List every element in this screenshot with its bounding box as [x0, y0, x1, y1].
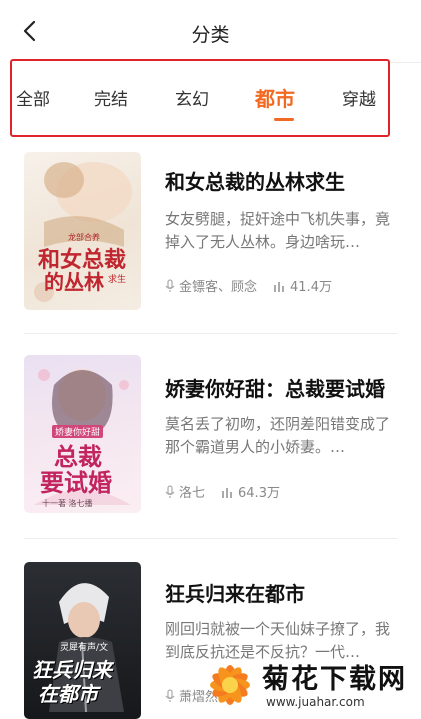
cover-credit: 十一著 洛七播	[42, 499, 93, 508]
book-play-count: 64.3万	[238, 486, 280, 501]
tab-fantasy[interactable]: 玄幻	[175, 85, 209, 110]
header-bar: 分类	[0, 0, 421, 62]
book-cover: 娇妻你好甜 总裁 要试婚 十一著 洛七播	[24, 355, 141, 513]
book-title: 和女总裁的丛林求生	[165, 170, 345, 194]
book-item[interactable]: 娇妻你好甜 总裁 要试婚 十一著 洛七播 娇妻你好甜：总裁要试婚 莫名丢了初吻，…	[0, 355, 421, 545]
tab-urban[interactable]: 都市	[255, 83, 295, 112]
book-cover: 灵犀有声/文 狂兵归来 在都市	[24, 562, 141, 719]
book-meta: 洛七 64.3万	[165, 482, 280, 501]
microphone-icon	[165, 688, 175, 703]
book-title: 狂兵归来在都市	[165, 582, 305, 606]
microphone-icon	[165, 484, 175, 499]
cover-title-line2: 的丛林	[44, 270, 104, 294]
list-divider	[24, 333, 397, 334]
play-count-icon	[273, 280, 286, 292]
book-play-count: 41.4万	[290, 280, 332, 295]
play-count-icon	[221, 486, 234, 498]
book-author: 金镖客、顾念	[179, 280, 258, 295]
cover-title-line2: 在都市	[38, 682, 98, 706]
book-description: 莫名丢了初吻，还阴差阳错变成了那个霸道男人的小娇妻。…	[165, 415, 391, 456]
cover-tag: 灵犀有声/文	[60, 643, 109, 653]
microphone-icon	[165, 278, 175, 293]
tabs-divider	[390, 62, 421, 63]
watermark-text: 菊花下载网	[262, 664, 407, 695]
book-author: 洛七	[179, 486, 206, 501]
book-cover: 龙部合养 和女总裁 的丛林 求生	[24, 152, 141, 310]
tab-all[interactable]: 全部	[16, 85, 50, 110]
book-meta: 金镖客、顾念 41.4万	[165, 276, 332, 295]
tab-completed[interactable]: 完结	[94, 85, 128, 110]
active-tab-indicator	[274, 118, 294, 121]
category-tabs: 全部 完结 玄幻 都市 穿越	[10, 59, 390, 137]
list-divider	[24, 538, 397, 539]
book-title: 娇妻你好甜：总裁要试婚	[165, 377, 385, 401]
book-item[interactable]: 龙部合养 和女总裁 的丛林 求生 和女总裁的丛林求生 女友劈腿，捉奸途中飞机失事…	[0, 152, 421, 342]
book-description: 女友劈腿，捉奸途中飞机失事，竟掉入了无人丛林。身边啥玩…	[165, 210, 391, 251]
page-title: 分类	[191, 24, 230, 46]
cover-tag: 求生	[108, 275, 127, 285]
watermark-url: www.juahar.com	[266, 695, 365, 709]
tab-time-travel[interactable]: 穿越	[342, 85, 376, 110]
flower-logo-icon	[210, 665, 250, 705]
site-watermark: 菊花下载网 www.juahar.com	[202, 655, 417, 715]
cover-title-line2: 要试婚	[40, 468, 112, 497]
